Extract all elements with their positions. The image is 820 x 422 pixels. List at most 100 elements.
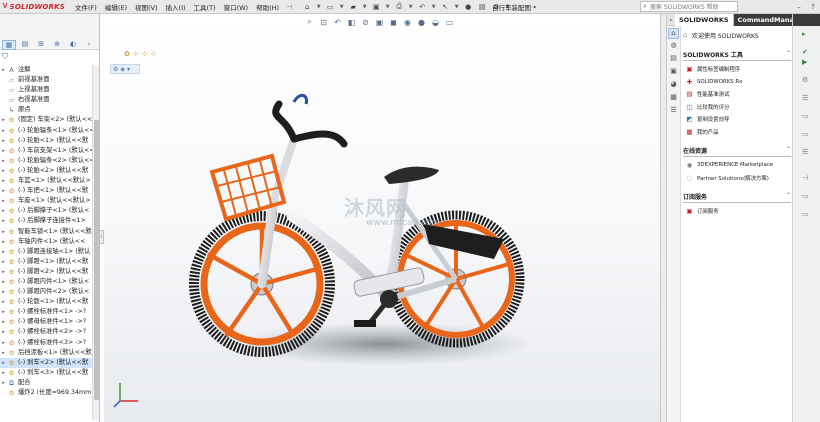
new-document-icon[interactable]: ▭ xyxy=(324,1,336,12)
tree-item[interactable]: ▸ ⚙ (-) 螺母标准件<1> ->? xyxy=(0,317,92,327)
page-icon[interactable]: ▭ xyxy=(802,210,809,218)
menu-view[interactable]: 视图(V) xyxy=(131,2,162,12)
welcome-link[interactable]: ⌂ 欢迎使用 SOLIDWORKS xyxy=(683,28,791,42)
expand-arrow-icon[interactable]: ▸ xyxy=(0,186,7,196)
component-icon[interactable]: ⚙ xyxy=(113,66,118,73)
home-icon[interactable]: ⌂ xyxy=(301,1,313,12)
expand-arrow-icon[interactable]: ▸ xyxy=(0,65,7,75)
configuration-manager-tab-icon[interactable]: ⊞ xyxy=(34,40,48,50)
tree-item[interactable]: ▸ ⚙ (-) 车前支架<1> (默认<< xyxy=(0,146,92,156)
minimize-icon[interactable]: – xyxy=(794,3,804,11)
edit-appearance-icon[interactable]: ● xyxy=(416,18,427,27)
tree-item[interactable]: ▱ 右视基准面 xyxy=(0,95,92,105)
view-triad-icon[interactable] xyxy=(112,379,142,409)
task-pane-link[interactable]: ▣ 订阅服务 xyxy=(683,205,791,218)
file-properties-icon[interactable]: ▤ xyxy=(476,1,488,12)
chevron-down-icon[interactable]: ▼ xyxy=(315,1,322,12)
page-icon[interactable]: ▭ xyxy=(802,192,809,200)
tree-item[interactable]: ▸ ⚙ (-) 轮胎<1> (默认<<默 xyxy=(0,136,92,146)
expand-arrow-icon[interactable]: ▸ xyxy=(0,358,7,368)
expand-arrow-icon[interactable]: ▸ xyxy=(0,267,7,277)
task-pane-link[interactable]: ▣ 属性标签编制程序 xyxy=(683,63,791,76)
menu-file[interactable]: 文件(F) xyxy=(71,2,101,12)
list-icon[interactable]: ☰ xyxy=(802,148,808,156)
menu-window[interactable]: 窗口(W) xyxy=(220,2,253,12)
task-pane-link[interactable]: ◫ 比较我的评分 xyxy=(683,101,791,114)
task-pane-link[interactable]: ▤ 性能基准测试 xyxy=(683,88,791,101)
display-manager-tab-icon[interactable]: ◐ xyxy=(66,40,80,50)
menu-edit[interactable]: 编辑(E) xyxy=(101,2,131,12)
bicycle-model[interactable] xyxy=(174,74,554,374)
chevron-down-icon[interactable]: ▼ xyxy=(453,1,460,12)
expand-arrow-icon[interactable]: ▸ xyxy=(0,237,7,247)
chevron-down-icon[interactable]: ▼ xyxy=(384,1,391,12)
play-icon[interactable]: ▶ xyxy=(802,58,807,66)
file-explorer-tab-icon[interactable]: ▤ xyxy=(668,54,679,65)
expand-arrow-icon[interactable]: ▸ xyxy=(0,115,7,125)
section-view-icon[interactable]: ◧ xyxy=(346,18,357,27)
tree-item[interactable]: ↳ 原点 xyxy=(0,105,92,115)
gear-icon[interactable]: ⚙ xyxy=(802,76,808,84)
collapse-left-icon[interactable]: « xyxy=(667,14,675,26)
tree-item[interactable]: ▸ ⚙ (-) 脚蹬<2> (默认<<默 xyxy=(0,267,92,277)
menu-help[interactable]: 帮助(H) xyxy=(252,2,283,12)
expand-arrow-icon[interactable]: ▸ xyxy=(0,277,7,287)
collapse-icon[interactable]: ⌃ xyxy=(786,50,791,59)
more-tabs-icon[interactable]: › xyxy=(82,40,96,50)
mate-pin-icon[interactable]: ⊹ xyxy=(142,50,148,58)
expand-arrow-icon[interactable]: ▸ xyxy=(0,176,7,186)
arrow-right-icon[interactable]: ▸ xyxy=(802,30,806,38)
expand-arrow-icon[interactable]: ▸ xyxy=(0,297,7,307)
design-library-tab-icon[interactable]: ◍ xyxy=(668,41,679,52)
section-header[interactable]: 订阅服务 ⌃ xyxy=(683,192,791,203)
help-icon[interactable]: ? xyxy=(808,3,818,11)
chevron-down-icon[interactable]: ▼ xyxy=(361,1,368,12)
expand-arrow-icon[interactable]: ▸ xyxy=(0,348,7,358)
tree-item[interactable]: ▸ ⚙ (-) 轮胎辐条<1> (默认<< xyxy=(0,126,92,136)
expand-arrow-icon[interactable]: ▸ xyxy=(0,378,7,388)
print-icon[interactable]: ⎙ xyxy=(393,1,405,12)
forum-tab-icon[interactable]: ☰ xyxy=(668,106,679,117)
check-icon[interactable]: ✔ xyxy=(802,48,808,56)
menu-insert[interactable]: 插入(I) xyxy=(162,2,190,12)
list-icon[interactable]: ☰ xyxy=(802,94,808,102)
property-manager-tab-icon[interactable]: ▤ xyxy=(18,40,32,50)
expand-arrow-icon[interactable]: ▸ xyxy=(0,216,7,226)
expand-arrow-icon[interactable]: ▸ xyxy=(0,287,7,297)
expand-arrow-icon[interactable]: ▸ xyxy=(0,206,7,216)
dimxpert-tab-icon[interactable]: ⊕ xyxy=(50,40,64,50)
tree-item[interactable]: ▸ ⚙ 智能车锁<1> (默认<<默 xyxy=(0,227,92,237)
zoom-to-fit-icon[interactable]: ⌕ xyxy=(304,17,315,27)
tree-item[interactable]: ▸ A 注解 xyxy=(0,65,92,75)
feature-icon[interactable]: ◈ xyxy=(120,66,125,73)
dynamic-annotation-icon[interactable]: ⊘ xyxy=(360,18,371,27)
tree-item[interactable]: ▸ ⚙ (-) 螺栓标准件<2> ->? xyxy=(0,327,92,337)
feature-tree-tab-icon[interactable]: ▦ xyxy=(2,40,16,50)
expand-arrow-icon[interactable]: ▸ xyxy=(0,247,7,257)
expand-arrow-icon[interactable]: ▸ xyxy=(0,146,7,156)
tree-item[interactable]: ▸ ⚙ (-) 螺栓标准件<1> ->? xyxy=(0,307,92,317)
feature-tree-scrollbar[interactable] xyxy=(92,65,99,420)
tree-item[interactable]: ▸ ⚙ 后挡泥板<1> (默认<<默 xyxy=(0,348,92,358)
tree-item[interactable]: ▸ ⚙ (-) 后脚撑子连接件<1> xyxy=(0,216,92,226)
collapse-icon[interactable]: ⌃ xyxy=(786,146,791,155)
open-folder-icon[interactable]: ▰ xyxy=(347,1,359,12)
expand-arrow-icon[interactable]: ▸ xyxy=(0,317,7,327)
page-icon[interactable]: ▭ xyxy=(802,130,809,138)
display-style-icon[interactable]: ◼ xyxy=(388,18,399,27)
tree-item[interactable]: ▸ ⚙ (-) 轮毂<1> (默认<<默 xyxy=(0,297,92,307)
page-icon[interactable]: ▭ xyxy=(802,112,809,120)
tree-item[interactable]: ▸ ⚙ (-) 脚蹬内件<1> (默认< xyxy=(0,277,92,287)
collapse-icon[interactable]: ⌃ xyxy=(786,192,791,201)
handlebar[interactable] xyxy=(270,94,348,203)
tree-item[interactable]: ▱ 前视基准面 xyxy=(0,75,92,85)
expand-arrow-icon[interactable]: ▸ xyxy=(0,227,7,237)
tree-item[interactable]: ▸ ⚙ (固定) 车架<2> (默认<< xyxy=(0,115,92,125)
section-header[interactable]: 在线资源 ⌃ xyxy=(683,146,791,157)
hide-show-items-icon[interactable]: ◉ xyxy=(402,18,413,27)
tree-item[interactable]: ▸ ⚙ (-) 螺栓标准件<3> ->? xyxy=(0,338,92,348)
task-pane-link[interactable]: ◌ Partner Solutions(解决方案) xyxy=(683,172,791,185)
chevron-down-icon[interactable]: ▼ xyxy=(407,1,414,12)
scrollbar-thumb[interactable] xyxy=(94,120,99,400)
view-settings-icon[interactable]: ▭ xyxy=(444,18,455,27)
